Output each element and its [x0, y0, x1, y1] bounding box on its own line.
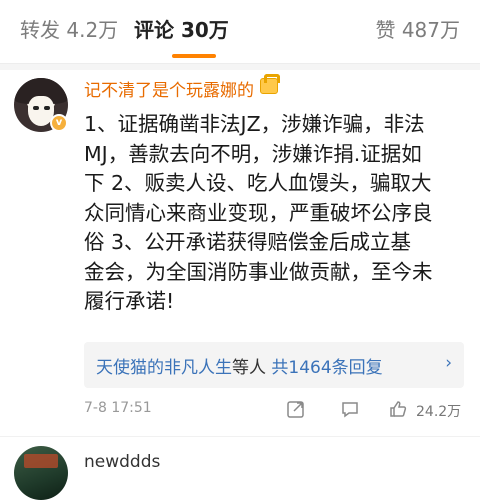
comment-tabs: 转发 4.2万 评论 30万 赞 487万: [0, 0, 480, 64]
comment-line: 下 2、贩卖人设、吃人血馒头，骗取大: [84, 171, 432, 195]
active-tab-indicator: [172, 54, 216, 58]
like-count: 24.2万: [416, 404, 462, 420]
share-icon[interactable]: [286, 399, 306, 419]
comment-username[interactable]: newddds: [84, 452, 160, 472]
comment-line: MJ，善款去向不明，涉嫌诈捐.证据如: [84, 141, 422, 166]
section-divider: [0, 64, 480, 70]
thumbs-up-icon[interactable]: [388, 399, 408, 419]
reply-connector: 等人: [232, 358, 266, 378]
avatar[interactable]: [14, 446, 68, 500]
verified-badge-icon: v: [50, 114, 68, 132]
comment-line: 1、证据确凿非法JZ，涉嫌诈骗，非法: [84, 112, 425, 136]
comment-text: 1、证据确凿非法JZ，涉嫌诈骗，非法 MJ，善款去向不明，涉嫌诈捐.证据如 下 …: [84, 110, 470, 317]
comment-username[interactable]: 记不清了是个玩露娜的: [84, 76, 254, 101]
comment-line: 金会，为全国消防事业做贡献，至今未: [84, 259, 433, 284]
replies-summary[interactable]: 天使猫的非凡人生等人 共1464条回复 ›: [84, 342, 464, 388]
comment-time: 7-8 17:51: [84, 400, 152, 416]
chevron-right-icon: ›: [445, 353, 452, 373]
comment-separator: [0, 436, 480, 437]
comment-line: 众同情心来商业变现，严重破坏公序良: [84, 200, 433, 225]
reply-icon[interactable]: [340, 399, 360, 419]
reply-count-link[interactable]: 共1464条回复: [271, 358, 382, 378]
tab-like[interactable]: 赞 487万: [375, 14, 460, 43]
comment-line: 履行承诺!: [84, 289, 175, 313]
tab-comment[interactable]: 评论 30万: [134, 14, 229, 43]
vip-crown-icon: [260, 74, 280, 94]
comment-line: 俗 3、公开承诺获得赔偿金后成立基: [84, 230, 412, 254]
tab-repost[interactable]: 转发 4.2万: [20, 14, 118, 43]
reply-user-link[interactable]: 天使猫的非凡人生: [96, 358, 232, 378]
